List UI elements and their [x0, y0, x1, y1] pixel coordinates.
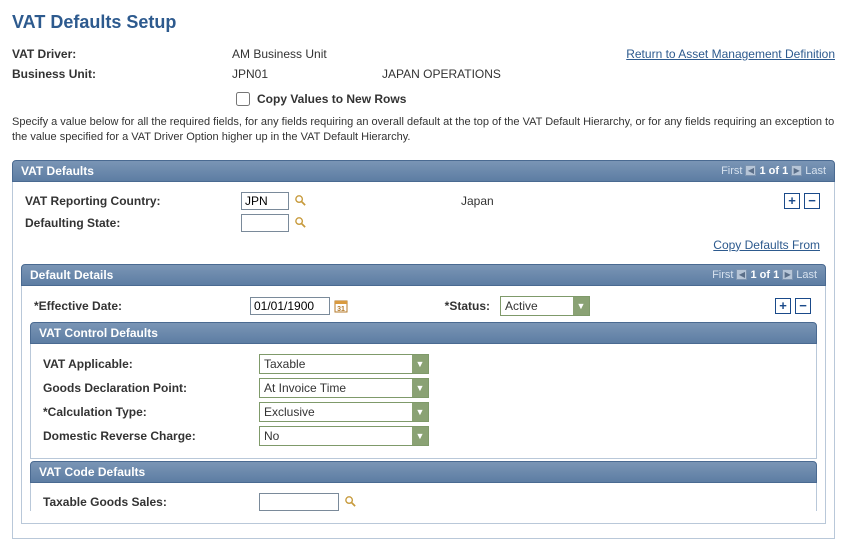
nav-first-label[interactable]: First: [721, 165, 742, 177]
taxable-goods-label: Taxable Goods Sales:: [39, 495, 259, 509]
dd-nav-last[interactable]: Last: [796, 269, 817, 281]
copy-values-row: Copy Values to New Rows: [232, 89, 835, 109]
defaulting-state-lookup-icon[interactable]: [293, 216, 307, 230]
dd-nav-counter: 1 of 1: [750, 269, 779, 281]
effective-date-input[interactable]: [250, 297, 330, 315]
vat-code-title: VAT Code Defaults: [39, 465, 145, 479]
reporting-country-label: VAT Reporting Country:: [21, 194, 241, 208]
vat-defaults-body: VAT Reporting Country: Japan + − Default…: [12, 182, 835, 539]
reporting-country-input[interactable]: [241, 192, 289, 210]
chevron-down-icon: ▼: [412, 403, 428, 421]
vat-defaults-nav: First ◀ 1 of 1 ▶ Last: [721, 165, 826, 177]
business-unit-row: Business Unit: JPN01 JAPAN OPERATIONS: [12, 67, 835, 81]
chevron-down-icon: ▼: [412, 379, 428, 397]
calendar-icon[interactable]: 31: [334, 299, 348, 313]
chevron-down-icon: ▼: [412, 355, 428, 373]
default-details-body: *Effective Date: 31 *Status: Active ▼ + …: [21, 286, 826, 524]
business-unit-value: JPN01: [232, 67, 382, 81]
business-unit-desc: JAPAN OPERATIONS: [382, 67, 835, 81]
business-unit-label: Business Unit:: [12, 67, 232, 81]
calc-type-value: Exclusive: [264, 405, 315, 419]
effective-date-label: *Effective Date:: [30, 299, 250, 313]
default-details-header: Default Details First ◀ 1 of 1 ▶ Last: [21, 264, 826, 286]
goods-decl-select[interactable]: At Invoice Time ▼: [259, 378, 429, 398]
defaulting-state-input[interactable]: [241, 214, 289, 232]
reporting-country-name: Japan: [461, 194, 494, 208]
chevron-down-icon: ▼: [412, 427, 428, 445]
dd-nav-next[interactable]: ▶: [782, 269, 793, 280]
nav-counter: 1 of 1: [759, 165, 788, 177]
vat-driver-row: VAT Driver: AM Business Unit Return to A…: [12, 47, 835, 61]
chevron-down-icon: ▼: [573, 297, 589, 315]
status-select[interactable]: Active ▼: [500, 296, 590, 316]
calc-type-select[interactable]: Exclusive ▼: [259, 402, 429, 422]
domestic-rev-value: No: [264, 429, 279, 443]
add-row-button[interactable]: +: [784, 193, 800, 209]
goods-decl-value: At Invoice Time: [264, 381, 346, 395]
vat-control-title: VAT Control Defaults: [39, 326, 158, 340]
defaulting-state-label: Defaulting State:: [21, 216, 241, 230]
vat-control-header: VAT Control Defaults: [30, 322, 817, 344]
return-link[interactable]: Return to Asset Management Definition: [626, 47, 835, 61]
page-description: Specify a value below for all the requir…: [12, 115, 835, 146]
taxable-goods-input[interactable]: [259, 493, 339, 511]
vat-driver-value: AM Business Unit: [232, 47, 382, 61]
vat-code-body: Taxable Goods Sales:: [30, 483, 817, 511]
default-details-title: Default Details: [30, 268, 113, 282]
nav-next-button[interactable]: ▶: [791, 165, 802, 176]
copy-values-checkbox[interactable]: [236, 92, 250, 106]
vat-applicable-value: Taxable: [264, 357, 305, 371]
calc-type-label: *Calculation Type:: [39, 405, 259, 419]
dd-delete-row-button[interactable]: −: [795, 298, 811, 314]
copy-defaults-link[interactable]: Copy Defaults From: [713, 238, 820, 252]
dd-nav-prev[interactable]: ◀: [736, 269, 747, 280]
status-value: Active: [505, 299, 538, 313]
delete-row-button[interactable]: −: [804, 193, 820, 209]
copy-values-label: Copy Values to New Rows: [257, 92, 406, 106]
default-details-nav: First ◀ 1 of 1 ▶ Last: [712, 269, 817, 281]
page-title: VAT Defaults Setup: [12, 12, 835, 33]
vat-defaults-title: VAT Defaults: [21, 164, 94, 178]
vat-applicable-label: VAT Applicable:: [39, 357, 259, 371]
vat-driver-label: VAT Driver:: [12, 47, 232, 61]
goods-decl-label: Goods Declaration Point:: [39, 381, 259, 395]
status-label: *Status:: [430, 299, 500, 313]
reporting-country-lookup-icon[interactable]: [293, 194, 307, 208]
dd-add-row-button[interactable]: +: [775, 298, 791, 314]
nav-prev-button[interactable]: ◀: [745, 165, 756, 176]
dd-nav-first[interactable]: First: [712, 269, 733, 281]
nav-last-label[interactable]: Last: [805, 165, 826, 177]
taxable-goods-lookup-icon[interactable]: [343, 495, 357, 509]
domestic-rev-select[interactable]: No ▼: [259, 426, 429, 446]
vat-applicable-select[interactable]: Taxable ▼: [259, 354, 429, 374]
vat-code-header: VAT Code Defaults: [30, 461, 817, 483]
svg-text:31: 31: [337, 306, 345, 313]
vat-defaults-header: VAT Defaults First ◀ 1 of 1 ▶ Last: [12, 160, 835, 182]
domestic-rev-label: Domestic Reverse Charge:: [39, 429, 259, 443]
vat-control-body: VAT Applicable: Taxable ▼ Goods Declarat…: [30, 344, 817, 459]
